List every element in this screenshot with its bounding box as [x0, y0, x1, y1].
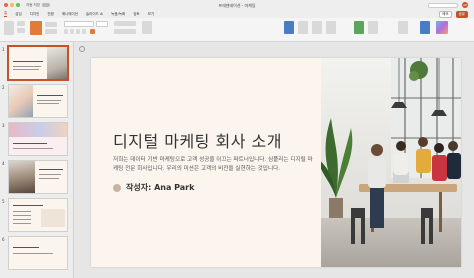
autosave-label: 자동 저장 — [26, 2, 40, 7]
copilot-icon[interactable] — [436, 21, 448, 34]
document-title: 프레젠테이션 - 마케팅 — [218, 3, 256, 8]
align-icon[interactable] — [114, 29, 136, 34]
underline-icon[interactable] — [76, 29, 80, 34]
new-slide-icon[interactable] — [30, 21, 42, 35]
tab-transitions[interactable]: 전환 — [47, 12, 53, 17]
layout-button[interactable] — [45, 22, 57, 27]
slide-editor[interactable]: 디지털 마케팅 회사 소개 저희는 데이터 기반 마케팅으로 고객 성공을 이끄… — [75, 42, 474, 278]
comment-button[interactable]: 메모 — [439, 11, 452, 18]
tab-insert[interactable]: 삽입 — [15, 12, 21, 17]
slide-description[interactable]: 저희는 데이터 기반 마케팅으로 고객 성공을 이끄는 파트너입니다. 심플리는… — [113, 156, 313, 173]
tab-design[interactable]: 디자인 — [30, 12, 40, 17]
office-meeting-photo[interactable] — [321, 58, 461, 267]
slide-thumbnail-3[interactable]: 3 — [2, 122, 72, 158]
author-bullet-icon — [113, 183, 121, 192]
office-scene — [321, 58, 461, 267]
arrange-icon[interactable] — [298, 21, 308, 34]
dictate-icon[interactable] — [354, 21, 364, 34]
tab-view[interactable]: 보기 — [148, 12, 154, 17]
slide-title[interactable]: 디지털 마케팅 회사 소개 — [113, 128, 282, 152]
shapes-icon[interactable] — [284, 21, 294, 34]
slide-thumbnail-4[interactable]: 4 — [2, 160, 72, 196]
paste-icon[interactable] — [4, 21, 14, 35]
quick-styles-icon[interactable] — [312, 21, 322, 34]
font-size-select[interactable] — [96, 21, 108, 27]
window-controls — [4, 3, 20, 7]
maximize-window-button[interactable] — [16, 3, 20, 7]
tab-record[interactable]: 녹음/녹화 — [111, 12, 125, 17]
designer-icon[interactable] — [420, 21, 430, 34]
italic-icon[interactable] — [70, 29, 74, 34]
bold-icon[interactable] — [64, 29, 68, 34]
picture-icon[interactable] — [326, 21, 336, 34]
tab-review[interactable]: 검토 — [133, 12, 139, 17]
sensitivity-icon[interactable] — [368, 21, 378, 34]
tab-actions: 메모 공유 — [439, 11, 468, 18]
current-slide[interactable]: 디지털 마케팅 회사 소개 저희는 데이터 기반 마케팅으로 고객 성공을 이끄… — [91, 58, 461, 267]
author-name: 작성자: Ana Park — [126, 183, 195, 192]
designer-hint-icon[interactable] — [79, 46, 85, 52]
tab-home[interactable]: 홈 — [4, 11, 8, 17]
slide-thumbnail-2[interactable]: 2 — [2, 84, 72, 120]
share-button[interactable]: 공유 — [455, 11, 468, 18]
titlebar-right: AP — [428, 2, 468, 8]
copy-icon[interactable] — [17, 28, 25, 33]
reset-button[interactable] — [45, 29, 57, 34]
cut-icon[interactable] — [17, 21, 25, 26]
slide-thumbnail-5[interactable]: 5 — [2, 198, 72, 234]
powerpoint-window: 자동 저장 프레젠테이션 - 마케팅 AP 홈 삽입 디자인 전환 애니메이션 … — [0, 0, 474, 278]
ribbon-toolbar — [0, 18, 474, 42]
author-line[interactable]: 작성자: Ana Park — [113, 182, 194, 193]
font-family-select[interactable] — [64, 21, 94, 27]
bullets-icon[interactable] — [114, 21, 136, 26]
close-window-button[interactable] — [4, 3, 8, 7]
add-ins-icon[interactable] — [398, 21, 408, 34]
ribbon-tabs: 홈 삽입 디자인 전환 애니메이션 슬라이드 쇼 녹음/녹화 검토 보기 메모 … — [0, 10, 474, 18]
avatar[interactable]: AP — [462, 2, 468, 8]
strikethrough-icon[interactable] — [82, 29, 86, 34]
title-bar: 자동 저장 프레젠테이션 - 마케팅 AP — [0, 0, 474, 10]
search-input[interactable] — [428, 2, 458, 8]
text-direction-icon[interactable] — [142, 21, 152, 34]
slide-thumbnail-6[interactable]: 6 — [2, 236, 72, 272]
font-color-icon[interactable] — [90, 29, 95, 34]
slide-thumbnails-panel: 1 2 3 4 5 6 — [0, 42, 74, 278]
tab-slideshow[interactable]: 슬라이드 쇼 — [86, 12, 103, 17]
minimize-window-button[interactable] — [10, 3, 14, 7]
autosave-toggle[interactable] — [42, 3, 50, 7]
tab-animations[interactable]: 애니메이션 — [62, 12, 78, 17]
slide-thumbnail-1[interactable]: 1 — [2, 46, 72, 82]
